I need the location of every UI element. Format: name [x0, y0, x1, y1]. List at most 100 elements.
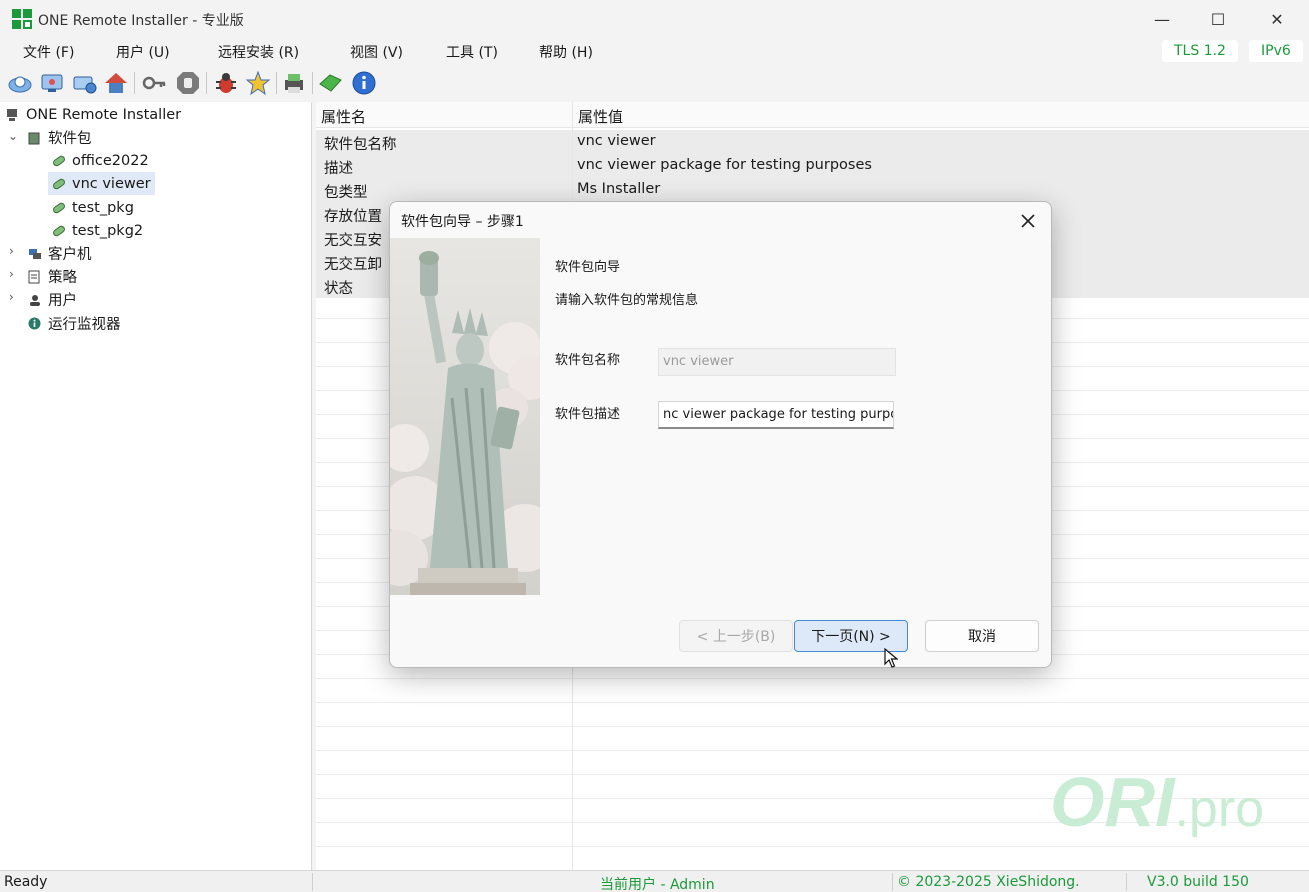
chevron-right-icon[interactable]: › — [9, 290, 14, 304]
grid-line — [316, 702, 1309, 703]
tree-item-packages[interactable]: 软件包 — [28, 126, 92, 149]
grid-line — [316, 726, 1309, 727]
close-icon — [1021, 214, 1035, 228]
connect-icon[interactable] — [6, 69, 34, 97]
menu-remote-install[interactable]: 远程安装 (R) — [218, 42, 299, 62]
chevron-right-icon[interactable]: › — [9, 244, 14, 258]
status-version: V3.0 build 150 — [1147, 874, 1249, 890]
status-ready: Ready — [4, 874, 48, 890]
grid-line — [316, 750, 1309, 751]
property-value-cell: Ms Installer — [577, 181, 661, 197]
package-name-label: 软件包名称 — [555, 353, 621, 368]
tree-item-label: 策略 — [48, 270, 77, 286]
watermark-suffix: .pro — [1174, 780, 1265, 838]
tree-item-label: 软件包 — [48, 131, 92, 147]
tree-item-label: 运行监视器 — [48, 317, 121, 333]
status-divider — [312, 873, 313, 891]
property-name-cell: 包类型 — [324, 185, 368, 201]
info-circle-icon — [28, 317, 42, 331]
table-row[interactable]: 软件包名称 vnc viewer — [316, 130, 1309, 154]
table-row[interactable]: 描述 vnc viewer package for testing purpose… — [316, 154, 1309, 178]
stop-hand-icon[interactable] — [174, 69, 202, 97]
toolbar — [0, 66, 1309, 100]
package-description-field[interactable]: nc viewer package for testing purposes — [658, 401, 894, 429]
watermark-brand: ORI — [1050, 763, 1175, 841]
status-divider — [892, 873, 893, 891]
dialog-title: 软件包向导 – 步骤1 — [401, 214, 524, 230]
brand-watermark: ORI.pro — [1050, 762, 1264, 842]
toolbar-divider — [312, 72, 313, 94]
dialog-close-button[interactable] — [1015, 208, 1041, 234]
info-icon[interactable] — [350, 69, 378, 97]
pill-icon — [52, 177, 66, 191]
star-icon[interactable] — [244, 69, 272, 97]
menu-tools[interactable]: 工具 (T) — [446, 42, 498, 62]
minimize-button[interactable]: — — [1133, 0, 1191, 38]
tree-item-vnc-viewer[interactable]: vnc viewer — [48, 172, 155, 195]
bug-icon[interactable] — [212, 69, 240, 97]
status-copyright: © 2023-2025 XieShidong. — [897, 874, 1080, 890]
gem-icon[interactable] — [316, 69, 344, 97]
tree-item-office2022[interactable]: office2022 — [52, 149, 149, 172]
back-button[interactable]: < 上一步(B) — [679, 620, 793, 652]
status-divider — [1126, 873, 1127, 891]
statue-of-liberty-illustration — [390, 238, 540, 595]
package-description-label: 软件包描述 — [555, 407, 621, 422]
pill-icon — [52, 224, 66, 238]
chevron-down-icon[interactable]: ⌄ — [8, 129, 18, 143]
tree-item-users[interactable]: 用户 — [28, 288, 77, 311]
tree-item-policies[interactable]: 策略 — [28, 265, 77, 288]
pill-icon — [52, 201, 66, 215]
navigation-tree: ONE Remote Installer ⌄ 软件包 office2022 vn… — [0, 102, 312, 870]
wizard-subheading: 请输入软件包的常规信息 — [555, 293, 699, 308]
menu-user[interactable]: 用户 (U) — [116, 42, 170, 62]
tree-item-label: test_pkg — [72, 199, 134, 216]
window-title: ONE Remote Installer - 专业版 — [38, 13, 244, 29]
printer-icon[interactable] — [280, 69, 308, 97]
property-name-cell: 无交互卸 — [324, 257, 382, 273]
monitor-icon[interactable] — [38, 69, 66, 97]
app-logo-icon — [12, 9, 32, 29]
tree-item-label: 用户 — [48, 293, 77, 309]
package-name-field[interactable]: vnc viewer — [658, 348, 896, 376]
grid-line — [316, 678, 1309, 679]
tree-item-test-pkg[interactable]: test_pkg — [52, 196, 134, 219]
tree-item-clients[interactable]: 客户机 — [28, 242, 92, 265]
property-name-cell: 软件包名称 — [324, 137, 397, 153]
close-window-button[interactable]: ✕ — [1248, 0, 1306, 38]
tree-item-monitor[interactable]: 运行监视器 — [28, 312, 121, 335]
toolbar-divider — [134, 72, 135, 94]
chevron-right-icon[interactable]: › — [9, 267, 14, 281]
network-icon[interactable] — [70, 69, 98, 97]
package-wizard-dialog: 软件包向导 – 步骤1 软件包向导 请输入软件包的常规信息 软件包名称 vnc … — [389, 201, 1052, 668]
ipv6-badge: IPv6 — [1249, 40, 1303, 62]
property-name-cell: 存放位置 — [324, 209, 382, 225]
house-icon[interactable] — [102, 69, 130, 97]
menu-view[interactable]: 视图 (V) — [350, 42, 403, 62]
column-header-name[interactable]: 属性名 — [321, 106, 366, 127]
toolbar-divider — [206, 72, 207, 94]
property-value-cell: vnc viewer package for testing purposes — [577, 157, 872, 173]
menu-help[interactable]: 帮助 (H) — [539, 42, 593, 62]
tree-item-label: 客户机 — [48, 247, 92, 263]
package-icon — [28, 131, 42, 145]
property-name-cell: 描述 — [324, 161, 353, 177]
column-header-value[interactable]: 属性值 — [578, 106, 623, 127]
pill-icon — [52, 154, 66, 168]
title-bar: ONE Remote Installer - 专业版 — ☐ ✕ — [0, 0, 1309, 38]
maximize-button[interactable]: ☐ — [1189, 0, 1247, 38]
cancel-button[interactable]: 取消 — [925, 620, 1039, 652]
tree-item-label: office2022 — [72, 152, 149, 169]
table-row[interactable]: 包类型 Ms Installer — [316, 178, 1309, 202]
tree-root[interactable]: ONE Remote Installer — [6, 103, 181, 126]
tls-badge: TLS 1.2 — [1162, 40, 1238, 62]
policy-icon — [28, 270, 42, 284]
tree-item-label: vnc viewer — [72, 175, 151, 192]
key-icon[interactable] — [140, 69, 168, 97]
status-current-user: 当前用户 - Admin — [600, 877, 715, 892]
property-name-cell: 状态 — [324, 281, 353, 297]
menu-file[interactable]: 文件 (F) — [23, 42, 74, 62]
tree-item-test-pkg2[interactable]: test_pkg2 — [52, 219, 143, 242]
toolbar-divider — [276, 72, 277, 94]
status-bar: Ready 当前用户 - Admin © 2023-2025 XieShidon… — [0, 870, 1309, 892]
